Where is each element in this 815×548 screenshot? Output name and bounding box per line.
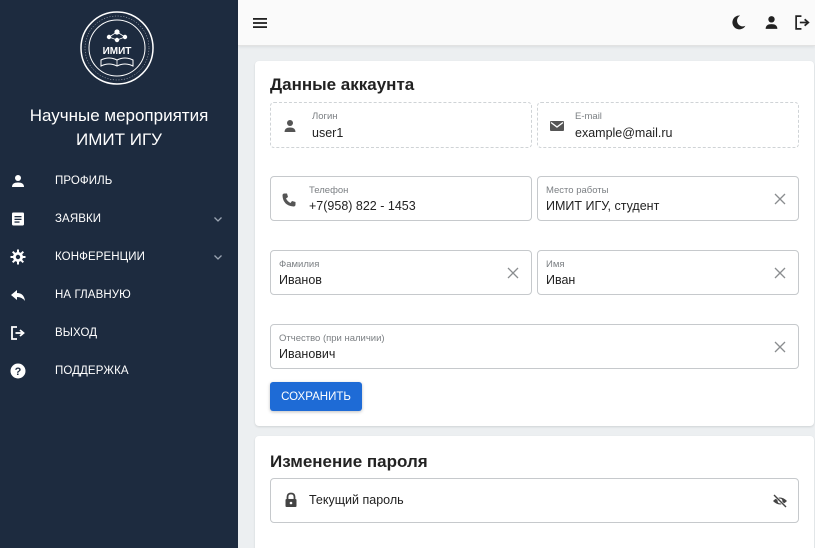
sidebar-item-label: Поддержка — [55, 365, 129, 377]
name-label: Имя — [546, 259, 565, 270]
dark-mode-moon-icon[interactable] — [730, 14, 747, 31]
sidebar-item-label: Выход — [55, 327, 98, 339]
name-value: Иван — [546, 273, 576, 287]
sidebar-item-applications[interactable]: Заявки — [0, 200, 238, 238]
chevron-down-icon[interactable] — [213, 214, 223, 224]
logo-text: ИМИТ — [103, 46, 132, 57]
phone-value: +7(958) 822 - 1453 — [309, 199, 416, 213]
svg-text:?: ? — [15, 366, 22, 378]
surname-value: Иванов — [279, 273, 322, 287]
login-field: Логин user1 — [270, 102, 532, 148]
chevron-down-icon[interactable] — [213, 252, 223, 262]
workplace-value: ИМИТ ИГУ, студент — [546, 199, 660, 213]
gear-icon — [10, 249, 26, 265]
logout-icon[interactable] — [794, 14, 811, 31]
clear-icon[interactable] — [773, 192, 787, 206]
person-icon — [12, 175, 24, 187]
app-title-line1: Научные мероприятия — [29, 106, 209, 125]
patronymic-value: Иванович — [279, 347, 336, 361]
account-data-title: Данные аккаунта — [270, 75, 415, 94]
imit-logo: ИМИТ — [80, 11, 154, 85]
sidebar-item-profile[interactable]: Профиль — [0, 162, 238, 200]
clear-icon[interactable] — [773, 266, 787, 280]
sidebar-item-label: На главную — [55, 289, 131, 301]
sidebar-item-logout[interactable]: Выход — [0, 314, 238, 352]
save-button[interactable]: Сохранить — [270, 382, 362, 411]
workplace-label: Место работы — [546, 185, 609, 196]
login-value: user1 — [312, 126, 344, 140]
email-label: E-mail — [575, 111, 602, 122]
person-icon — [284, 120, 296, 132]
sidebar-item-label: Конференции — [55, 251, 146, 263]
clear-icon[interactable] — [506, 266, 520, 280]
current-password-field[interactable]: Текущий пароль — [270, 478, 799, 523]
sidebar-item-home[interactable]: На главную — [0, 276, 238, 314]
email-field: E-mail example@mail.ru — [537, 102, 799, 148]
workplace-field[interactable]: Место работы ИМИТ ИГУ, студент — [537, 176, 799, 221]
change-password-card: Изменение пароля Текущий пароль — [255, 436, 814, 548]
surname-label: Фамилия — [279, 259, 320, 270]
phone-field[interactable]: Телефон +7(958) 822 - 1453 — [270, 176, 532, 221]
name-field[interactable]: Имя Иван — [537, 250, 799, 295]
top-bar — [238, 0, 815, 46]
help-circle-icon: ? — [10, 363, 26, 379]
sidebar-item-conferences[interactable]: Конференции — [0, 238, 238, 276]
sidebar-item-support[interactable]: ? Поддержка — [0, 352, 238, 390]
change-password-title: Изменение пароля — [270, 452, 428, 471]
login-label: Логин — [312, 111, 338, 122]
patronymic-field[interactable]: Отчество (при наличии) Иванович — [270, 324, 799, 369]
visibility-off-icon[interactable] — [772, 493, 788, 509]
current-password-placeholder: Текущий пароль — [309, 493, 404, 507]
lock-icon — [285, 492, 297, 507]
sidebar-item-label: Заявки — [55, 213, 102, 225]
email-value: example@mail.ru — [575, 126, 673, 140]
account-data-card: Данные аккаунта Логин user1 E-mail examp… — [255, 61, 814, 426]
reply-arrow-icon — [11, 290, 25, 301]
patronymic-label: Отчество (при наличии) — [279, 333, 385, 344]
menu-icon[interactable] — [252, 15, 268, 31]
logout-icon — [11, 326, 25, 340]
sidebar-item-label: Профиль — [55, 175, 113, 187]
clear-icon[interactable] — [773, 340, 787, 354]
document-icon — [12, 212, 24, 226]
app-title-line2: ИМИТ ИГУ — [76, 130, 162, 149]
sidebar-nav: Профиль Заявки Конференции На главную Вы… — [0, 162, 238, 390]
phone-icon — [282, 193, 296, 207]
mail-icon — [550, 121, 564, 131]
account-icon[interactable] — [763, 14, 780, 31]
phone-label: Телефон — [309, 185, 349, 196]
sidebar: ИМИТ Научные мероприятия ИМИТ ИГУ Профил… — [0, 0, 238, 548]
surname-field[interactable]: Фамилия Иванов — [270, 250, 532, 295]
